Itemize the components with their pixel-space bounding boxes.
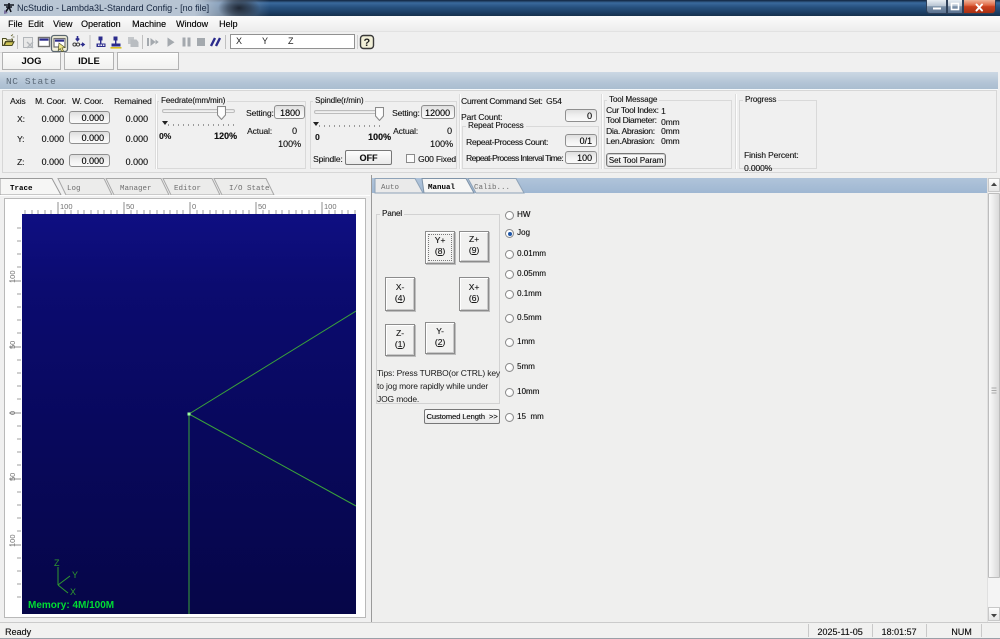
svg-text:50: 50 [126,202,134,211]
svg-text:I/O State: I/O State [229,185,270,193]
svg-text:Y: Y [72,570,78,580]
svg-text:Manager: Manager [120,185,152,193]
svg-text:100: 100 [324,202,337,211]
svg-text:Z: Z [54,558,60,568]
svg-text:X: X [70,587,76,597]
svg-text:Log: Log [67,185,81,193]
svg-text:50: 50 [8,341,17,349]
svg-text:100: 100 [8,534,17,547]
svg-text:0: 0 [192,202,196,211]
svg-text:Trace: Trace [10,185,33,193]
svg-text:0: 0 [8,411,17,415]
svg-text:50: 50 [258,202,266,211]
svg-text:Calib...: Calib... [474,184,510,192]
svg-text:?: ? [364,37,371,49]
svg-text:100: 100 [8,270,17,283]
svg-text:Manual: Manual [428,184,456,192]
svg-text:100: 100 [60,202,73,211]
svg-text:Memory: 4M/100M: Memory: 4M/100M [28,600,114,611]
svg-text:Auto: Auto [381,184,400,192]
svg-text:50: 50 [8,473,17,481]
svg-text:Editor: Editor [174,185,201,193]
